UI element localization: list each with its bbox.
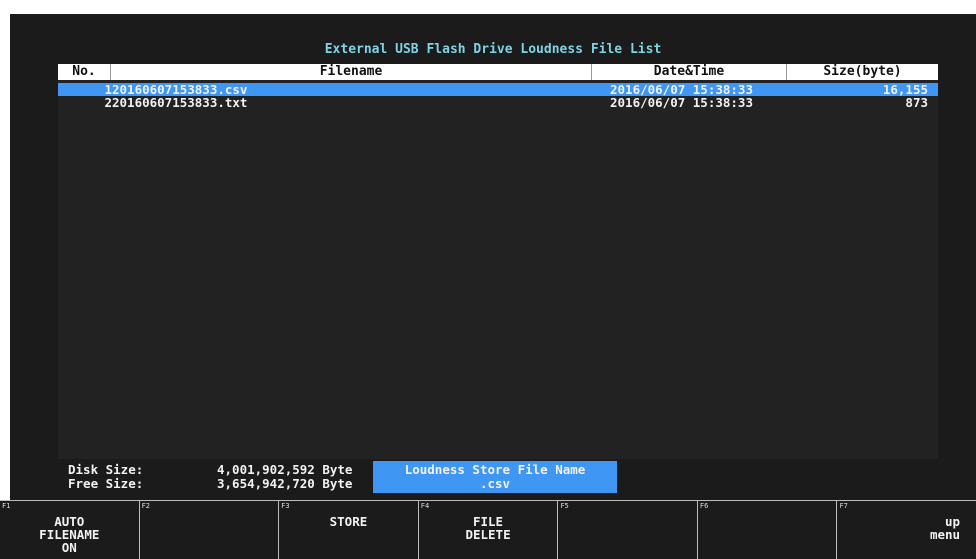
row-size: 873 [905,95,928,110]
f5-button[interactable]: F5 [558,501,698,559]
fkey-number: F4 [420,502,430,510]
fkey-number: F1 [2,502,11,510]
f3-store-button[interactable]: F3 STORE [279,501,419,559]
file-list-table: No. Filename Date&Time Size(byte) 1 2016… [58,64,938,459]
disk-info: Disk Size: 4,001,902,592 Byte Free Size:… [68,463,368,491]
fkey-label: STORE [329,514,368,529]
table-header: No. Filename Date&Time Size(byte) [58,64,938,80]
fkey-number: F3 [281,502,290,510]
row-datetime: 2016/06/07 15:38:33 [610,95,753,110]
f7-up-menu-button[interactable]: F7 up menu [837,501,976,559]
row-number: 2 [104,95,112,110]
free-size-value: 3,654,942,720 Byte [217,476,353,491]
f4-file-delete-button[interactable]: F4 FILE DELETE [419,501,559,559]
store-file-name-value: .csv [479,476,511,491]
store-file-name-box: Loudness Store File Name .csv [373,461,617,493]
fkey-number: F6 [699,502,709,510]
fkey-number: F5 [560,502,569,510]
f6-button[interactable]: F6 [698,501,838,559]
column-header-datetime: Date&Time [592,64,787,80]
disk-size-line: Disk Size: 4,001,902,592 Byte [68,463,368,477]
fkey-number: F7 [839,502,848,510]
free-size-label: Free Size: [68,476,144,491]
f2-button[interactable]: F2 [140,501,280,559]
column-header-filename: Filename [111,64,592,80]
fkey-number: F2 [141,502,151,510]
fkey-label: FILE DELETE [465,514,511,542]
column-header-size: Size(byte) [823,64,902,79]
disk-size-value: 4,001,902,592 Byte [217,462,353,477]
loudness-file-list-screen: External USB Flash Drive Loudness File L… [10,14,976,558]
column-header-no: No. [58,64,111,80]
store-file-name-label: Loudness Store File Name [404,462,586,477]
fkey-label: AUTO FILENAME ON [39,514,100,555]
disk-size-label: Disk Size: [68,462,144,477]
table-row[interactable]: 2 20160607153833.txt 2016/06/07 15:38:33… [58,96,938,109]
fkey-label: up menu [929,514,961,542]
f1-auto-filename-button[interactable]: F1 AUTO FILENAME ON [0,501,140,559]
function-key-bar: F1 AUTO FILENAME ON F2 F3 STORE F4 FILE … [0,500,976,559]
page-title: External USB Flash Drive Loudness File L… [324,42,662,57]
free-size-line: Free Size: 3,654,942,720 Byte [68,477,368,491]
row-filename: 20160607153833.txt [112,95,248,110]
